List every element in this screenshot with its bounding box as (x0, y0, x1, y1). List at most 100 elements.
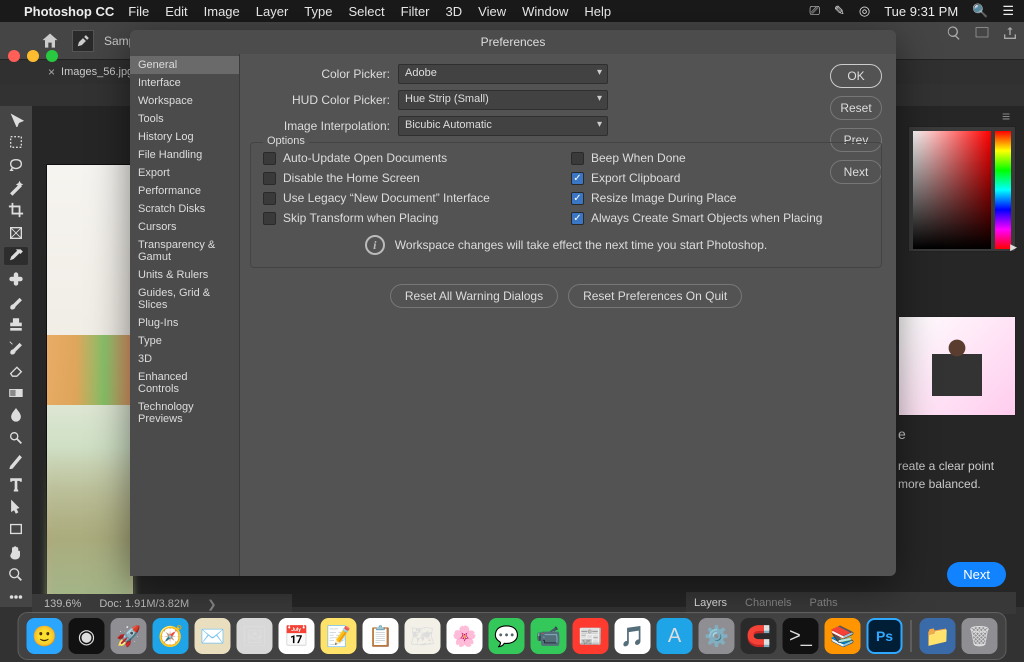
tool-zoom[interactable] (4, 565, 28, 584)
document-canvas[interactable] (46, 164, 134, 607)
menu-file[interactable]: File (128, 4, 149, 19)
check-legacy-newdoc[interactable]: Use Legacy “New Document” Interface (263, 191, 561, 205)
tool-blur[interactable] (4, 406, 28, 425)
tool-dodge[interactable] (4, 429, 28, 448)
spotlight-icon[interactable]: 🔍 (972, 3, 988, 19)
menu-image[interactable]: Image (204, 4, 240, 19)
menu-type[interactable]: Type (304, 4, 332, 19)
dock-messages[interactable]: 💬 (489, 618, 525, 654)
prefs-side-export[interactable]: Export (130, 164, 239, 182)
window-zoom-button[interactable] (46, 50, 58, 62)
document-tab[interactable]: × Images_56.jpg (48, 65, 133, 79)
checkbox-icon[interactable] (263, 212, 276, 225)
dock-music[interactable]: 🎵 (615, 618, 651, 654)
window-minimize-button[interactable] (27, 50, 39, 62)
check-export-clip[interactable]: ✓Export Clipboard (571, 171, 869, 185)
checkbox-icon[interactable] (263, 172, 276, 185)
hue-slider[interactable] (995, 131, 1011, 249)
color-panel[interactable]: ▶ (908, 126, 1016, 252)
dock-appstore[interactable]: A (657, 618, 693, 654)
tool-gradient[interactable] (4, 383, 28, 402)
workspace-icon[interactable] (974, 25, 990, 41)
check-resize-place[interactable]: ✓Resize Image During Place (571, 191, 869, 205)
dock-finder[interactable]: 🙂 (27, 618, 63, 654)
menu-edit[interactable]: Edit (165, 4, 187, 19)
dock-settings[interactable]: ⚙️ (699, 618, 735, 654)
reset-button[interactable]: Reset (830, 96, 882, 120)
cc-status-icon[interactable]: ◎ (859, 3, 870, 19)
dock-facetime[interactable]: 📹 (531, 618, 567, 654)
prefs-side-type[interactable]: Type (130, 332, 239, 350)
tool-history-brush[interactable] (4, 338, 28, 357)
dock-maps[interactable]: 🗺 (405, 618, 441, 654)
prefs-side-workspace[interactable]: Workspace (130, 92, 239, 110)
prefs-side-3d[interactable]: 3D (130, 350, 239, 368)
tool-type[interactable] (4, 474, 28, 493)
checkbox-icon[interactable] (571, 152, 584, 165)
control-center-icon[interactable]: ☰ (1002, 3, 1014, 19)
prefs-side-cursors[interactable]: Cursors (130, 218, 239, 236)
color-field[interactable] (913, 131, 991, 249)
doc-info[interactable]: Doc: 1.91M/3.82M (99, 598, 189, 610)
dock-trash[interactable]: 🗑 (962, 618, 998, 654)
share-icon[interactable] (1002, 25, 1018, 41)
image-interpolation-select[interactable]: Bicubic Automatic (398, 116, 608, 136)
tool-hand[interactable] (4, 543, 28, 562)
prefs-side-scratch-disks[interactable]: Scratch Disks (130, 200, 239, 218)
dock-mail[interactable]: ✉️ (195, 618, 231, 654)
tool-heal[interactable] (4, 269, 28, 288)
dock-news[interactable]: 📰 (573, 618, 609, 654)
color-play-icon[interactable]: ▶ (1010, 242, 1017, 253)
dock-photos[interactable]: 🌸 (447, 618, 483, 654)
prefs-side-units-rulers[interactable]: Units & Rulers (130, 266, 239, 284)
tool-lasso[interactable] (4, 156, 28, 175)
tool-path-select[interactable] (4, 497, 28, 516)
menu-window[interactable]: Window (522, 4, 568, 19)
tab-layers[interactable]: Layers (694, 597, 727, 609)
tool-pen[interactable] (4, 451, 28, 470)
tool-preset-icon[interactable] (72, 30, 94, 52)
zoom-level[interactable]: 139.6% (44, 598, 81, 610)
prefs-side-technology-previews[interactable]: Technology Previews (130, 398, 239, 428)
check-auto-update[interactable]: Auto-Update Open Documents (263, 151, 561, 165)
menu-layer[interactable]: Layer (256, 4, 289, 19)
dock-notes[interactable]: 📝 (321, 618, 357, 654)
tab-close-icon[interactable]: × (48, 65, 55, 79)
home-icon[interactable] (40, 31, 60, 51)
dock-safari[interactable]: 🧭 (153, 618, 189, 654)
checkbox-icon[interactable]: ✓ (571, 212, 584, 225)
app-name[interactable]: Photoshop CC (24, 4, 114, 19)
check-disable-home[interactable]: Disable the Home Screen (263, 171, 561, 185)
tool-crop[interactable] (4, 201, 28, 220)
check-smart-objs[interactable]: ✓Always Create Smart Objects when Placin… (571, 211, 869, 225)
tool-move[interactable] (4, 110, 28, 129)
tab-channels[interactable]: Channels (745, 597, 791, 609)
prefs-side-file-handling[interactable]: File Handling (130, 146, 239, 164)
menu-view[interactable]: View (478, 4, 506, 19)
dock-photoshop[interactable]: Ps (867, 618, 903, 654)
checkbox-icon[interactable] (263, 152, 276, 165)
tool-eyedropper[interactable] (4, 247, 28, 266)
reset-on-quit-button[interactable]: Reset Preferences On Quit (568, 284, 742, 308)
menubar-clock[interactable]: Tue 9:31 PM (884, 4, 958, 19)
check-beep[interactable]: Beep When Done (571, 151, 869, 165)
tool-wand[interactable] (4, 178, 28, 197)
dock-photoshop-doc[interactable]: 🖼 (237, 618, 273, 654)
prefs-side-transparency-gamut[interactable]: Transparency & Gamut (130, 236, 239, 266)
checkbox-icon[interactable] (263, 192, 276, 205)
tool-eraser[interactable] (4, 360, 28, 379)
prefs-side-plug-ins[interactable]: Plug-Ins (130, 314, 239, 332)
dock-magnet[interactable]: 🧲 (741, 618, 777, 654)
menu-select[interactable]: Select (348, 4, 384, 19)
tool-rectangle[interactable] (4, 520, 28, 539)
window-close-button[interactable] (8, 50, 20, 62)
prefs-side-enhanced-controls[interactable]: Enhanced Controls (130, 368, 239, 398)
airplay-icon[interactable]: ⎚ (810, 3, 820, 19)
hud-color-picker-select[interactable]: Hue Strip (Small) (398, 90, 608, 110)
tool-more[interactable] (4, 588, 28, 607)
prefs-side-guides-grid-slices[interactable]: Guides, Grid & Slices (130, 284, 239, 314)
reset-warnings-button[interactable]: Reset All Warning Dialogs (390, 284, 558, 308)
dock-reminders[interactable]: 📋 (363, 618, 399, 654)
tutorial-next-button[interactable]: Next (947, 562, 1006, 587)
tool-stamp[interactable] (4, 315, 28, 334)
